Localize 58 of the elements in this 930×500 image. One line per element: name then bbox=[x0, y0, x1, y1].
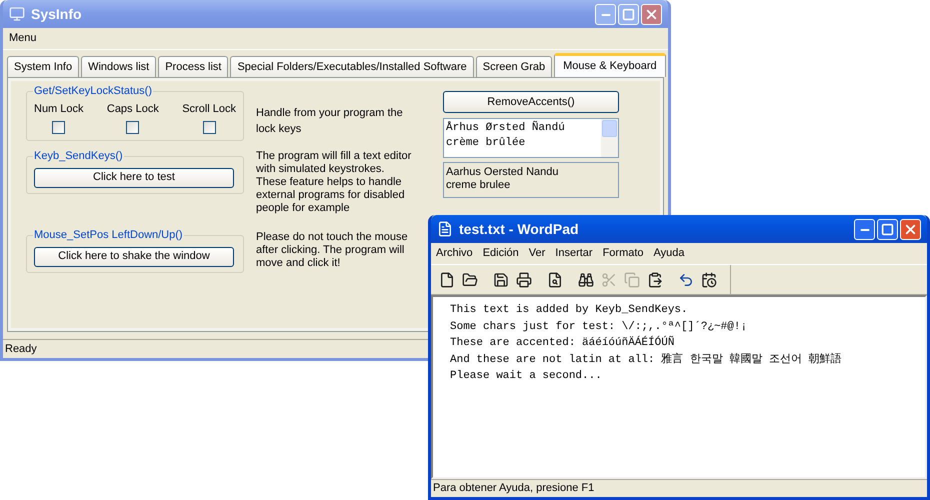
status-text: Ready bbox=[5, 342, 37, 357]
window-title: test.txt - WordPad bbox=[459, 220, 579, 238]
checkbox-label: Caps Lock bbox=[106, 102, 159, 116]
scrollbar[interactable] bbox=[601, 119, 618, 157]
menu-item[interactable]: Edición bbox=[478, 245, 524, 262]
document-line: And these are not latin at all: 雅言 한국말 韓國말 조선어 朝鮮語 bbox=[450, 352, 842, 368]
status-text: Para obtener Ayuda, presione F1 bbox=[432, 481, 596, 496]
tab[interactable]: Windows list bbox=[81, 56, 156, 77]
tab[interactable]: Process list bbox=[158, 56, 228, 77]
maximize-icon bbox=[622, 8, 635, 20]
group-title: Keyb_SendKeys() bbox=[33, 149, 124, 164]
input-field[interactable]: Århus Ørsted Ñandú crème brûlée bbox=[443, 118, 619, 158]
menu-item[interactable]: Ver bbox=[524, 245, 550, 262]
tab[interactable]: System Info bbox=[7, 56, 80, 77]
document-line: These are accented: äáéíóúñÄÁÉÍÓÚÑ bbox=[450, 335, 674, 351]
folder-icon[interactable] bbox=[462, 272, 478, 288]
undo-icon[interactable] bbox=[678, 272, 694, 288]
close-button[interactable] bbox=[900, 218, 921, 240]
menu-item[interactable]: Menu bbox=[3, 30, 43, 47]
shake-window-button[interactable]: Click here to shake the window bbox=[34, 246, 234, 266]
checkbox[interactable] bbox=[52, 121, 66, 134]
window-title: SysInfo bbox=[31, 4, 82, 24]
menu-item[interactable]: Insertar bbox=[550, 245, 598, 262]
document-line: Some chars just for test: \/:;,.°ª^[]´?¿~#@!¡ bbox=[450, 320, 748, 334]
output-field: Aarhus Oersted Nandu creme brulee bbox=[443, 162, 619, 198]
group-title: Mouse_SetPos LeftDown/Up() bbox=[33, 228, 184, 243]
document-line: This text is added by Keyb_SendKeys. bbox=[450, 303, 688, 318]
close-button[interactable] bbox=[641, 4, 662, 24]
computer-icon bbox=[9, 6, 25, 22]
description-text: The program will fill a text editor with simulated keystrokes. These feature helps to handle external programs for disabled people for example bbox=[256, 150, 412, 215]
document-area[interactable]: This text is added by Keyb_SendKeys. Some chars just for test: \/:;,.°ª^[]´?¿~#@!¡ These are accented: äáéíóúñÄÁÉÍÓÚÑ And these are not latin at all: 雅言 한국말 韓國말 조선어 朝鮮語 Please wait a second... bbox=[431, 295, 927, 479]
menu-item[interactable]: Archivo bbox=[431, 245, 478, 262]
checkbox-label: Num Lock bbox=[34, 102, 84, 116]
minimize-button[interactable] bbox=[854, 218, 875, 240]
description-text: Please do not touch the mouse after clicking. The program will move and click it! bbox=[256, 231, 409, 271]
calendar-clock-icon[interactable] bbox=[701, 272, 717, 288]
document-line: Please wait a second... bbox=[450, 369, 602, 384]
print-preview-icon[interactable] bbox=[547, 272, 563, 288]
menu-item[interactable]: Ayuda bbox=[648, 245, 690, 262]
clipboard-icon[interactable] bbox=[647, 272, 663, 288]
tab[interactable]: Mouse & Keyboard bbox=[554, 53, 666, 77]
notepad-icon bbox=[437, 221, 453, 237]
group-title: Get/SetKeyLockStatus() bbox=[33, 84, 153, 99]
new-document-icon[interactable] bbox=[439, 272, 455, 288]
test-button[interactable]: Click here to test bbox=[34, 168, 234, 188]
maximize-button[interactable] bbox=[877, 218, 898, 240]
menu-item[interactable]: Formato bbox=[598, 245, 649, 262]
printer-icon[interactable] bbox=[516, 272, 532, 288]
maximize-icon bbox=[881, 222, 894, 236]
save-icon[interactable] bbox=[493, 272, 509, 288]
checkbox[interactable] bbox=[126, 121, 140, 134]
binoculars-icon[interactable] bbox=[578, 272, 594, 288]
description-text: Handle from your program the lock keys bbox=[256, 106, 404, 137]
checkbox-label: Scroll Lock bbox=[182, 102, 236, 116]
remove-accents-button[interactable]: RemoveAccents() bbox=[443, 91, 619, 113]
checkbox[interactable] bbox=[202, 121, 216, 134]
tab[interactable]: Special Folders/Executables/Installed Software bbox=[230, 56, 474, 77]
tab[interactable]: Screen Grab bbox=[476, 56, 552, 77]
